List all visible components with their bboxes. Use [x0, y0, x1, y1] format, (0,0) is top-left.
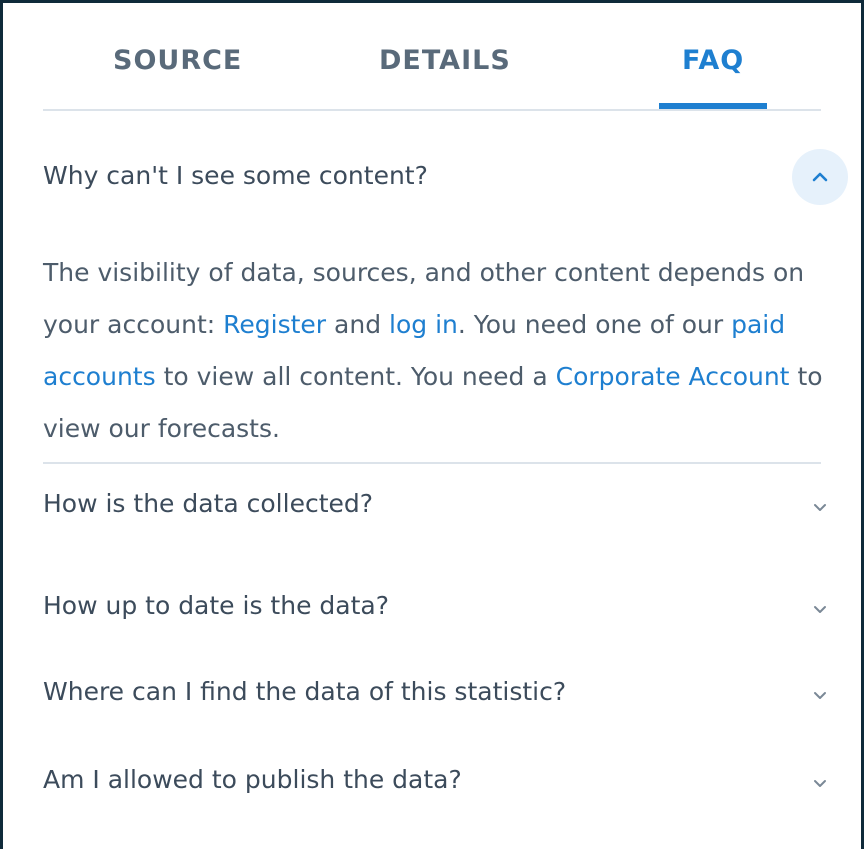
faq-item-expanded[interactable]: Why can't I see some content?	[43, 145, 848, 205]
faq-question: Why can't I see some content?	[43, 161, 428, 190]
faq-question: Where can I find the data of this statis…	[43, 677, 567, 706]
expand-button[interactable]	[808, 771, 832, 795]
collapse-button[interactable]	[792, 149, 848, 205]
faq-question: How is the data collected?	[43, 489, 374, 518]
corporate-account-link[interactable]: Corporate Account	[556, 362, 790, 391]
faq-item[interactable]: How is the data collected?	[43, 483, 826, 533]
active-tab-indicator	[659, 103, 767, 109]
tab-faq[interactable]: FAQ	[682, 45, 744, 76]
divider	[43, 462, 821, 464]
expand-button[interactable]	[808, 597, 832, 621]
chevron-down-icon	[814, 503, 826, 511]
answer-text: to view all content. You need a	[155, 362, 556, 391]
chevron-down-icon	[814, 605, 826, 613]
tab-details[interactable]: DETAILS	[379, 45, 511, 76]
login-link[interactable]: log in	[389, 310, 458, 339]
register-link[interactable]: Register	[223, 310, 326, 339]
answer-text: . You need one of our	[457, 310, 732, 339]
faq-item[interactable]: How up to date is the data?	[43, 585, 826, 635]
expand-button[interactable]	[808, 683, 832, 707]
faq-item[interactable]: Am I allowed to publish the data?	[43, 759, 826, 809]
expand-button[interactable]	[808, 495, 832, 519]
faq-question: Am I allowed to publish the data?	[43, 765, 462, 794]
faq-item[interactable]: Where can I find the data of this statis…	[43, 671, 826, 721]
chevron-down-icon	[814, 691, 826, 699]
chevron-up-icon	[812, 172, 828, 182]
chevron-down-icon	[814, 779, 826, 787]
faq-question: How up to date is the data?	[43, 591, 389, 620]
tab-source[interactable]: SOURCE	[113, 45, 242, 76]
faq-answer: The visibility of data, sources, and oth…	[43, 247, 843, 455]
tab-bar: SOURCE DETAILS FAQ	[43, 3, 821, 111]
faq-panel: SOURCE DETAILS FAQ Why can't I see some …	[0, 0, 864, 849]
answer-text: and	[326, 310, 390, 339]
